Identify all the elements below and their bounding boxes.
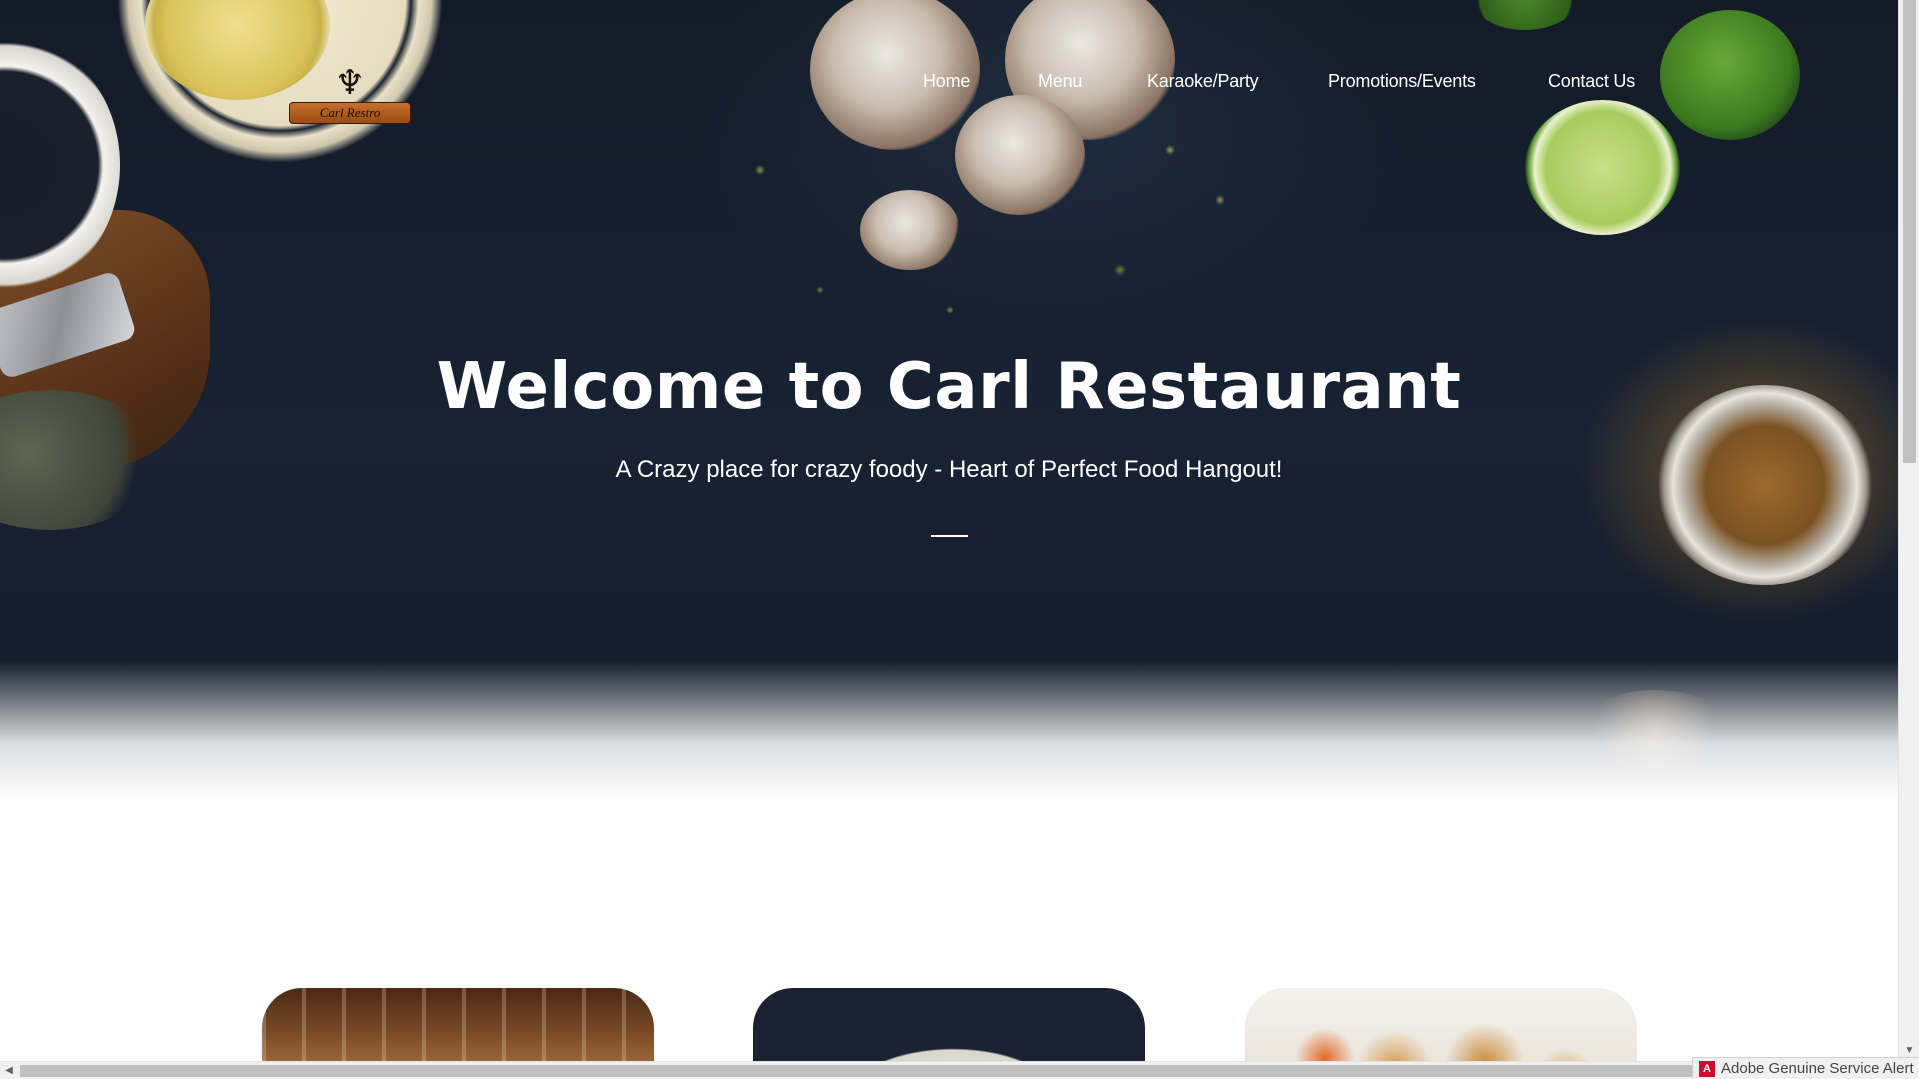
hero-fade-overlay [0, 660, 1898, 800]
horizontal-scroll-thumb[interactable] [20, 1065, 1692, 1077]
cardamom-seeds-image [700, 90, 1320, 350]
main-navigation: Home Menu Karaoke/Party Promotions/Event… [0, 68, 1898, 98]
lime-image [1470, 0, 1580, 30]
nav-link-contact-us[interactable]: Contact Us [1548, 68, 1635, 94]
nav-link-karaoke-party[interactable]: Karaoke/Party [1147, 68, 1259, 94]
adobe-service-alert[interactable]: A Adobe Genuine Service Alert [1692, 1057, 1919, 1079]
adobe-alert-text: Adobe Genuine Service Alert [1721, 1060, 1914, 1077]
horizontal-scrollbar[interactable]: ◀ [0, 1061, 1898, 1079]
hero-banner: ♆ Carl Restro Home Menu Karaoke/Party Pr… [0, 0, 1898, 800]
hero-subtitle: A Crazy place for crazy foody - Heart of… [615, 456, 1283, 483]
nav-link-home[interactable]: Home [923, 68, 970, 94]
nav-link-promotions-events[interactable]: Promotions/Events [1328, 68, 1476, 94]
scroll-left-arrow-icon[interactable]: ◀ [0, 1062, 18, 1079]
nutmeg-image [1580, 690, 1730, 770]
wooden-board-image [0, 210, 210, 470]
nav-link-menu[interactable]: Menu [1038, 68, 1082, 94]
vertical-scrollbar[interactable]: ▼ [1898, 0, 1919, 1061]
vertical-scroll-thumb[interactable] [1903, 0, 1916, 463]
adobe-icon: A [1699, 1061, 1715, 1077]
logo-ribbon-text: Carl Restro [289, 102, 411, 124]
cookie-image [860, 190, 960, 270]
hero-title: Welcome to Carl Restaurant [436, 350, 1462, 424]
hero-divider [931, 535, 968, 537]
cookie-image [955, 95, 1085, 215]
lime-half-image [1525, 100, 1680, 235]
